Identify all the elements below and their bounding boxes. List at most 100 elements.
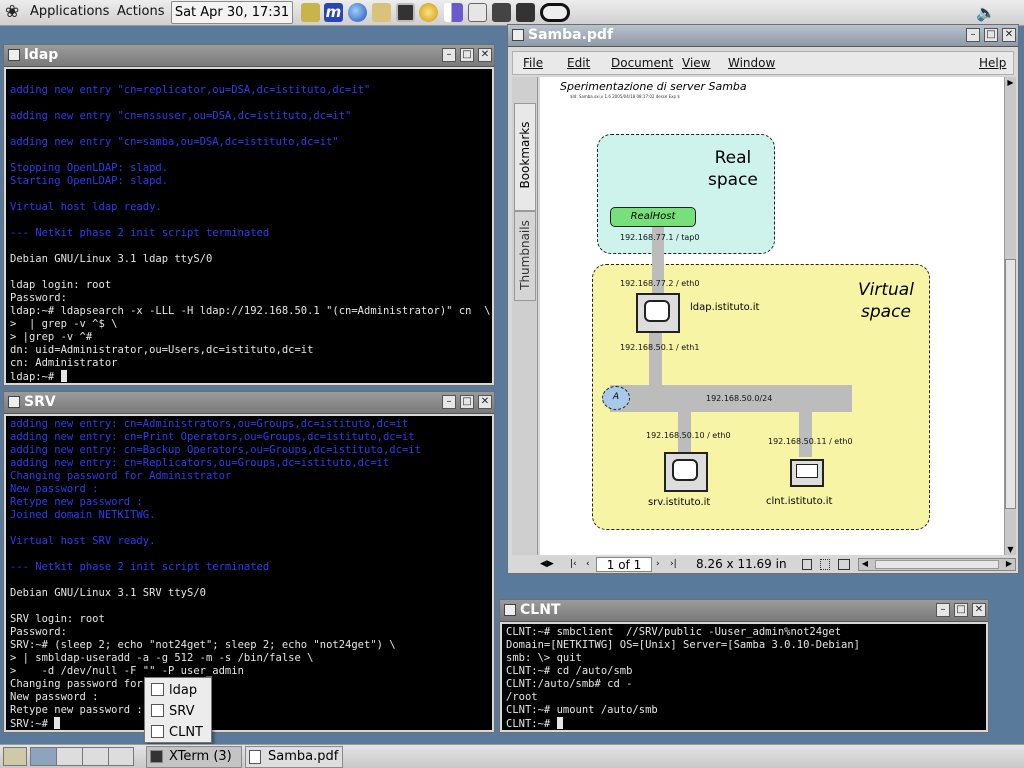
close-button[interactable]: ✕: [972, 603, 986, 617]
menu-file[interactable]: File: [523, 56, 543, 70]
show-desktop-icon[interactable]: [3, 747, 27, 766]
scroll-thumb[interactable]: [1005, 259, 1016, 509]
thumbnails-tab-label: Thumbnails: [518, 220, 532, 290]
minimize-button[interactable]: –: [936, 603, 950, 617]
headphones-icon[interactable]: [516, 3, 535, 22]
top-panel: ❀ Applications Actions Sat Apr 30, 17:31…: [0, 0, 1024, 26]
terminal-line: Password:: [10, 292, 67, 304]
minimize-button[interactable]: –: [442, 395, 456, 409]
workspace-switcher[interactable]: [30, 747, 134, 766]
continuous-icon[interactable]: [820, 559, 830, 570]
terminal-line: adding new entry: cn=Replicators,ou=Grou…: [10, 457, 390, 469]
page-title: Sperimentazione di server Samba: [560, 80, 747, 93]
terminal-line: New password :: [10, 483, 99, 495]
ldap-titlebar[interactable]: ldap – □ ✕: [4, 45, 494, 67]
vertical-scrollbar[interactable]: ▶ ▼: [1004, 77, 1016, 555]
applications-menu[interactable]: Applications: [30, 4, 109, 19]
clnt-terminal-window[interactable]: CLNT – □ ✕ CLNT:~# smbclient //SRV/publi…: [499, 599, 989, 733]
popup-item-clnt[interactable]: CLNT: [151, 723, 203, 742]
minimize-button[interactable]: –: [442, 48, 456, 62]
terminal-line: Starting OpenLDAP: slapd.: [10, 175, 169, 187]
maximize-button[interactable]: □: [460, 48, 474, 62]
actions-menu[interactable]: Actions: [117, 4, 165, 19]
workspace-4[interactable]: [109, 748, 135, 765]
workspace-3[interactable]: [83, 748, 109, 765]
ldap-computer-icon: [636, 293, 680, 333]
mail-icon[interactable]: [419, 3, 438, 22]
menu-view[interactable]: View: [682, 56, 710, 70]
scroll-down-arrow[interactable]: ▼: [1005, 544, 1016, 555]
srv-titlebar[interactable]: SRV – □ ✕: [4, 392, 494, 414]
prev-page-icon[interactable]: |‹: [570, 557, 577, 571]
pdf-viewer-window[interactable]: Samba.pdf – □ ✕ File Edit Document View …: [507, 24, 1019, 574]
window-title: SRV: [24, 394, 56, 410]
terminal-line: CLNT:~#: [506, 717, 982, 730]
pdf-page[interactable]: Sperimentazione di server Samba $Id: Sam…: [540, 77, 1006, 555]
terminal-line: SRV:~#: [10, 717, 488, 730]
menu-window[interactable]: Window: [728, 56, 775, 70]
horizontal-scrollbar[interactable]: ◀ ▶: [858, 558, 1016, 571]
foot-icon[interactable]: ❀: [5, 3, 23, 22]
m-icon[interactable]: m: [324, 3, 343, 22]
bookmarks-tab[interactable]: Bookmarks: [514, 103, 536, 211]
scroll-up-arrow[interactable]: ▶: [1005, 77, 1016, 88]
workspace-2[interactable]: [57, 748, 83, 765]
glasses-icon[interactable]: [540, 3, 570, 22]
popup-item-label: CLNT: [169, 725, 203, 740]
minimize-button[interactable]: –: [966, 28, 980, 42]
facing-icon[interactable]: [838, 559, 850, 570]
maximize-button[interactable]: □: [984, 28, 998, 42]
pdf-titlebar[interactable]: Samba.pdf – □ ✕: [508, 25, 1018, 47]
first-page-icon[interactable]: ◀▶: [540, 557, 556, 571]
back-icon[interactable]: ‹: [586, 557, 590, 571]
clnt-terminal-output[interactable]: CLNT:~# smbclient //SRV/public -Uuser_ad…: [502, 624, 986, 730]
single-page-icon[interactable]: [802, 559, 812, 570]
clock[interactable]: Sat Apr 30, 17:31: [171, 1, 293, 24]
maximize-button[interactable]: □: [954, 603, 968, 617]
terminal-line: cn: Administrator: [10, 357, 118, 369]
terminal-icon[interactable]: [396, 3, 415, 22]
thumbnails-tab[interactable]: Thumbnails: [514, 211, 536, 301]
last-page-icon[interactable]: ›|: [670, 557, 677, 571]
monitor-icon[interactable]: [468, 3, 487, 22]
window-menu-icon[interactable]: [512, 29, 524, 41]
globe-icon[interactable]: [348, 3, 367, 22]
close-button[interactable]: ✕: [478, 48, 492, 62]
chart-icon[interactable]: [444, 3, 463, 22]
close-button[interactable]: ✕: [1002, 28, 1016, 42]
window-menu-icon[interactable]: [8, 49, 20, 61]
window-title: Samba.pdf: [528, 27, 614, 43]
menu-document[interactable]: Document: [611, 56, 673, 70]
srv-terminal-window[interactable]: SRV – □ ✕ adding new entry: cn=Administr…: [3, 391, 495, 733]
close-button[interactable]: ✕: [478, 395, 492, 409]
scroll-right-arrow[interactable]: ▶: [1003, 559, 1015, 570]
workspace-1[interactable]: [31, 748, 57, 765]
popup-item-ldap[interactable]: ldap: [151, 681, 197, 700]
terminal-line: --- Netkit phase 2 init script terminate…: [10, 227, 270, 239]
maximize-button[interactable]: □: [460, 395, 474, 409]
next-page-icon[interactable]: ›: [656, 557, 660, 571]
popup-item-srv[interactable]: SRV: [151, 702, 194, 721]
ldap-terminal-output[interactable]: adding new entry "cn=replicator,ou=DSA,d…: [6, 69, 492, 383]
collision-domain: A: [602, 386, 630, 410]
ldap-terminal-window[interactable]: ldap – □ ✕ adding new entry "cn=replicat…: [3, 44, 495, 386]
pen-icon[interactable]: [372, 3, 391, 22]
menu-help[interactable]: Help: [979, 56, 1006, 70]
srv-terminal-output[interactable]: adding new entry: cn=Administrators,ou=G…: [6, 416, 492, 730]
volume-icon[interactable]: 🔈: [976, 3, 996, 22]
window-menu-icon[interactable]: [504, 604, 516, 616]
clnt-titlebar[interactable]: CLNT – □ ✕: [500, 600, 988, 622]
terminal-line: > | smbldap-useradd -a -g 512 -m -s /bin…: [10, 652, 314, 664]
menu-edit[interactable]: Edit: [567, 56, 590, 70]
scroll-left-arrow[interactable]: ◀: [859, 559, 871, 570]
terminal-icon: [150, 750, 163, 763]
calculator-icon[interactable]: [492, 3, 511, 22]
window-menu-icon[interactable]: [8, 396, 20, 408]
terminal-line: adding new entry "cn=nssuser,ou=DSA,dc=i…: [10, 110, 352, 122]
notes-icon[interactable]: [301, 3, 320, 22]
page-number-field[interactable]: 1 of 1: [596, 557, 652, 572]
h-scroll-thumb[interactable]: [875, 560, 999, 569]
